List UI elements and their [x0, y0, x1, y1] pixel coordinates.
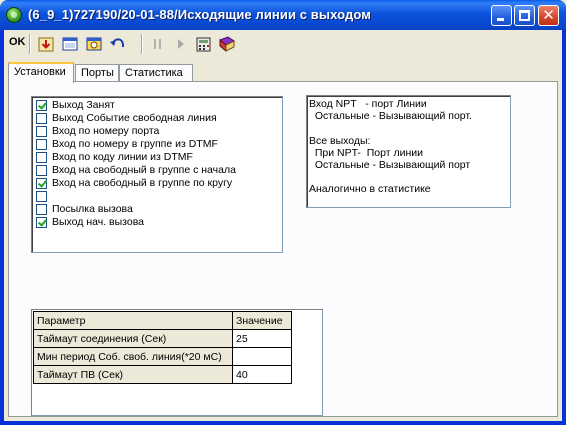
checkbox[interactable] [36, 126, 47, 137]
param-value-cell[interactable]: 25 [232, 329, 292, 348]
app-globe-icon[interactable] [6, 7, 22, 23]
download-icon[interactable] [37, 35, 55, 53]
client-area: OK Установки Порты Статистика Выход Заня… [4, 30, 562, 421]
checkbox[interactable] [36, 191, 47, 202]
settings-panel: Выход Занят Выход Событие свободная линия… [8, 81, 558, 417]
calculator-icon[interactable] [195, 35, 213, 53]
maximize-icon [519, 10, 530, 21]
column-header-value: Значение [232, 311, 292, 330]
note-line [309, 171, 508, 183]
note-line: Остальные - Вызывающий порт. [309, 110, 472, 123]
tab-settings[interactable]: Установки [8, 62, 74, 83]
checkbox[interactable] [36, 165, 47, 176]
checkbox[interactable] [36, 113, 47, 124]
book-icon[interactable] [218, 35, 236, 53]
note-line [309, 122, 508, 134]
param-value-cell[interactable] [232, 347, 292, 366]
param-name: Таймаут ПВ (Сек) [33, 365, 233, 384]
checklist-item-label: Выход Событие свободная линия [52, 112, 217, 124]
toolbar: OK [4, 30, 562, 58]
info-note: Вход NPT - порт Линии Остальные - Вызыва… [306, 95, 511, 208]
checklist-item-label: Вход по коду линии из DTMF [52, 151, 193, 163]
param-name: Таймаут соединения (Сек) [33, 329, 233, 348]
toolbar-separator [141, 34, 143, 54]
note-line: Все выходы: [309, 134, 371, 147]
checklist-item-label: Вход по номеру в группе из DTMF [52, 138, 218, 150]
checklist-item-label: Вход по номеру порта [52, 125, 160, 137]
undo-icon[interactable] [109, 35, 127, 53]
checklist-item-label: Выход Занят [52, 99, 115, 111]
maximize-button[interactable] [514, 5, 535, 26]
checkbox[interactable] [36, 178, 47, 189]
checklist-item-label: Вход на свободный в группе с начала [52, 164, 236, 176]
window-title: (6_9_1)727190/20-01-88/Исходящие линии с… [28, 7, 371, 22]
checkbox[interactable] [36, 100, 47, 111]
table-row: Мин период Соб. своб. линия(*20 мС) [33, 347, 292, 366]
table-row: Таймаут соединения (Сек) 25 [33, 329, 292, 348]
note-line: При NPT- Порт линии [309, 146, 423, 159]
window-icon[interactable] [61, 35, 79, 53]
tab-statistics[interactable]: Статистика [119, 64, 193, 82]
minimize-button[interactable] [491, 5, 512, 26]
pause-icon[interactable] [149, 35, 167, 53]
checkbox[interactable] [36, 139, 47, 150]
parameters-grid: Параметр Значение Таймаут соединения (Се… [31, 309, 323, 416]
note-line: Вход NPT - порт Линии [309, 98, 427, 110]
checkbox[interactable] [36, 152, 47, 163]
title-bar[interactable]: (6_9_1)727190/20-01-88/Исходящие линии с… [0, 0, 566, 30]
close-icon: ✕ [542, 6, 555, 24]
options-checklist[interactable]: Выход Занят Выход Событие свободная линия… [31, 96, 283, 253]
column-header-parameter: Параметр [33, 311, 233, 330]
checklist-item-label: Вход на свободный в группе по кругу [52, 177, 233, 189]
ok-button[interactable]: OK [9, 36, 26, 48]
minimize-icon [497, 18, 504, 21]
checkbox[interactable] [36, 204, 47, 215]
checklist-item-label: Выход нач. вызова [52, 216, 145, 228]
tab-ports[interactable]: Порты [75, 64, 119, 82]
checkbox[interactable] [36, 217, 47, 228]
play-icon[interactable] [172, 35, 190, 53]
param-value-cell[interactable]: 40 [232, 365, 292, 384]
toolbar-separator [29, 34, 31, 54]
table-row: Таймаут ПВ (Сек) 40 [33, 365, 292, 384]
main-window: (6_9_1)727190/20-01-88/Исходящие линии с… [0, 0, 566, 425]
note-line: Остальные - Вызывающий порт [309, 158, 471, 171]
checklist-item-label: Посылка вызова [52, 203, 133, 215]
note-line: Аналогично в статистике [309, 183, 431, 196]
clock-icon[interactable] [85, 35, 103, 53]
param-name: Мин период Соб. своб. линия(*20 мС) [33, 347, 233, 366]
close-button[interactable]: ✕ [538, 5, 559, 26]
